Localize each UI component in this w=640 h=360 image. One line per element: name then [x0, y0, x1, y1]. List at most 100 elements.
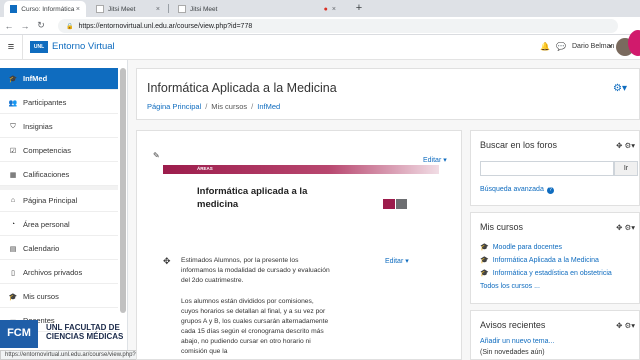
block-controls-icon[interactable]: ✥ ⚙▾ — [616, 321, 635, 330]
drawer-item-label: Calendario — [23, 244, 60, 253]
chevron-down-icon[interactable]: ▾ — [609, 43, 612, 50]
block-title: Mis cursos — [480, 222, 524, 232]
faculty-line-2: CIENCIAS MÉDICAS — [46, 332, 124, 341]
checkbox-icon: ☑ — [9, 147, 17, 155]
drawer-scrollbar[interactable] — [120, 68, 126, 313]
pencil-icon[interactable]: ✎ — [153, 151, 160, 160]
block-controls-icon[interactable]: ✥ ⚙▾ — [616, 223, 635, 232]
intro-paragraph: Estimados Alumnos, por la presente los i… — [181, 257, 330, 284]
browser-tab-strip: Curso: Informática Aplicada a la M × Jit… — [0, 0, 640, 17]
course-link[interactable]: 🎓 Informática y estadística en obstetric… — [480, 269, 612, 278]
jitsi-favicon-icon — [178, 5, 186, 13]
chat-icon[interactable]: 💬 — [556, 42, 566, 51]
reload-icon[interactable]: ↻ — [34, 20, 48, 31]
breadcrumb-course[interactable]: InfMed — [257, 102, 280, 111]
course-link[interactable]: 🎓 Moodle para docentes — [480, 243, 562, 252]
drawer-item-competencias[interactable]: ☑ Competencias — [0, 140, 118, 162]
drawer-item-label: Área personal — [23, 220, 70, 229]
bell-icon[interactable]: 🔔 — [540, 42, 550, 51]
block-title: Avisos recientes — [480, 320, 546, 330]
search-forums-block: Buscar en los foros ✥ ⚙▾ Ir Búsqueda ava… — [470, 130, 640, 206]
browser-tab-jitsi-1[interactable]: Jitsi Meet × — [90, 1, 166, 17]
home-icon: ⌂ — [10, 197, 16, 204]
table-icon: ▦ — [9, 171, 17, 179]
back-arrow-icon[interactable]: ← — [2, 21, 16, 31]
recording-dot-icon: ● — [323, 5, 328, 13]
close-icon[interactable]: × — [332, 6, 336, 13]
lock-icon: 🔒 — [66, 23, 74, 30]
nav-drawer: 🎓 InfMed 👥 Participantes ⛉ Insignias ☑ C… — [0, 60, 128, 360]
my-courses-block: Mis cursos ✥ ⚙▾ 🎓 Moodle para docentes 🎓… — [470, 212, 640, 304]
drawer-item-area-personal[interactable]: ◔ Área personal — [0, 214, 118, 236]
fcm-logo: FCM — [0, 320, 38, 348]
address-bar[interactable]: 🔒 https://entornovirtual.unl.edu.ar/cour… — [58, 19, 618, 33]
tab-title: Jitsi Meet — [190, 5, 218, 13]
search-input[interactable] — [480, 161, 614, 176]
drawer-item-archivos-privados[interactable]: ▯ Archivos privados — [0, 262, 118, 284]
advanced-search-label: Búsqueda avanzada — [480, 186, 544, 193]
page-title: Informática Aplicada a la Medicina — [147, 81, 337, 95]
drawer-item-label: Página Principal — [23, 196, 78, 205]
tab-title: Jitsi Meet — [108, 5, 136, 13]
breadcrumb: Página Principal / Mis cursos / InfMed — [147, 102, 280, 111]
course-link-label: Informática Aplicada a la Medicina — [492, 256, 599, 264]
brand-logo[interactable]: UNL — [30, 41, 48, 53]
browser-tab-jitsi-2[interactable]: Jitsi Meet ● × — [172, 1, 342, 17]
drawer-item-mis-cursos[interactable]: 🎓 Mis cursos — [0, 286, 118, 308]
faculty-line-1: UNL FACULTAD DE — [46, 323, 120, 332]
breadcrumb-separator: / — [205, 102, 208, 111]
tab-title: Curso: Informática Aplicada a la M — [21, 5, 76, 13]
block-title: Buscar en los foros — [480, 140, 558, 150]
drawer-item-calificaciones[interactable]: ▦ Calificaciones — [0, 164, 118, 186]
breadcrumb-separator: / — [251, 102, 254, 111]
all-courses-link[interactable]: Todos los cursos ... — [480, 283, 540, 290]
drawer-item-insignias[interactable]: ⛉ Insignias — [0, 116, 118, 138]
search-button[interactable]: Ir — [614, 161, 638, 176]
close-icon[interactable]: × — [156, 6, 160, 13]
shield-icon: ⛉ — [10, 122, 16, 130]
brand-name[interactable]: Entorno Virtual — [52, 41, 115, 52]
hamburger-menu-icon[interactable]: ≡ — [4, 40, 18, 54]
drawer-item-label: Participantes — [23, 98, 67, 107]
users-icon: 👥 — [8, 99, 18, 107]
edit-section-menu[interactable]: Editar ▾ — [423, 156, 447, 164]
moodle-favicon-icon — [10, 5, 18, 13]
drawer-item-label: Archivos privados — [23, 268, 83, 277]
file-icon: ▯ — [11, 269, 15, 277]
site-navbar: ≡ UNL Entorno Virtual 🔔 💬 Dario Belman ▾ — [0, 35, 640, 60]
close-icon[interactable]: × — [76, 6, 80, 13]
help-icon[interactable]: ? — [546, 187, 554, 194]
address-url: https://entornovirtual.unl.edu.ar/course… — [78, 22, 253, 30]
banner-title: Informática aplicada a la medicina — [197, 186, 308, 210]
calendar-icon: ▤ — [9, 245, 17, 253]
forward-arrow-icon[interactable]: → — [18, 21, 32, 31]
edit-activity-menu[interactable]: Editar ▾ — [385, 257, 409, 265]
course-section: ✎ Editar ▾ ÁREAS Informática aplicada a … — [136, 130, 462, 360]
tab-separator — [168, 4, 169, 13]
drawer-item-pagina-principal[interactable]: ⌂ Página Principal — [0, 190, 118, 212]
add-topic-link[interactable]: Añadir un nuevo tema... — [480, 338, 554, 345]
course-header: Informática Aplicada a la Medicina Págin… — [136, 68, 640, 120]
graduation-cap-icon: 🎓 — [480, 270, 489, 277]
drawer-item-participantes[interactable]: 👥 Participantes — [0, 92, 118, 114]
new-tab-button[interactable]: + — [352, 2, 366, 16]
course-banner-strip: ÁREAS — [163, 165, 439, 174]
drawer-item-calendario[interactable]: ▤ Calendario — [0, 238, 118, 260]
drawer-item-label: Calificaciones — [23, 170, 70, 179]
schedule-paragraph: Los alumnos están divididos por comision… — [181, 298, 329, 355]
browser-toolbar: ← → ↻ 🔒 https://entornovirtual.unl.edu.a… — [0, 17, 640, 35]
browser-tab-course[interactable]: Curso: Informática Aplicada a la M × — [4, 1, 86, 17]
drawer-item-label: Insignias — [23, 122, 53, 131]
gear-icon[interactable]: ⚙▾ — [613, 83, 627, 94]
course-link[interactable]: 🎓 Informática Aplicada a la Medicina — [480, 256, 599, 265]
breadcrumb-home[interactable]: Página Principal — [147, 102, 201, 111]
no-news-text: (Sin novedades aún) — [480, 349, 545, 356]
advanced-search-link[interactable]: Búsqueda avanzada? — [480, 186, 554, 194]
block-controls-icon[interactable]: ✥ ⚙▾ — [616, 141, 635, 150]
drawer-item-infmed[interactable]: 🎓 InfMed — [0, 68, 118, 90]
breadcrumb-mis-cursos[interactable]: Mis cursos — [211, 102, 247, 111]
move-icon[interactable]: ✥ — [163, 256, 171, 267]
graduation-cap-icon: 🎓 — [480, 244, 489, 251]
navbar-divider — [22, 35, 23, 60]
recent-news-block: Avisos recientes ✥ ⚙▾ Añadir un nuevo te… — [470, 310, 640, 360]
